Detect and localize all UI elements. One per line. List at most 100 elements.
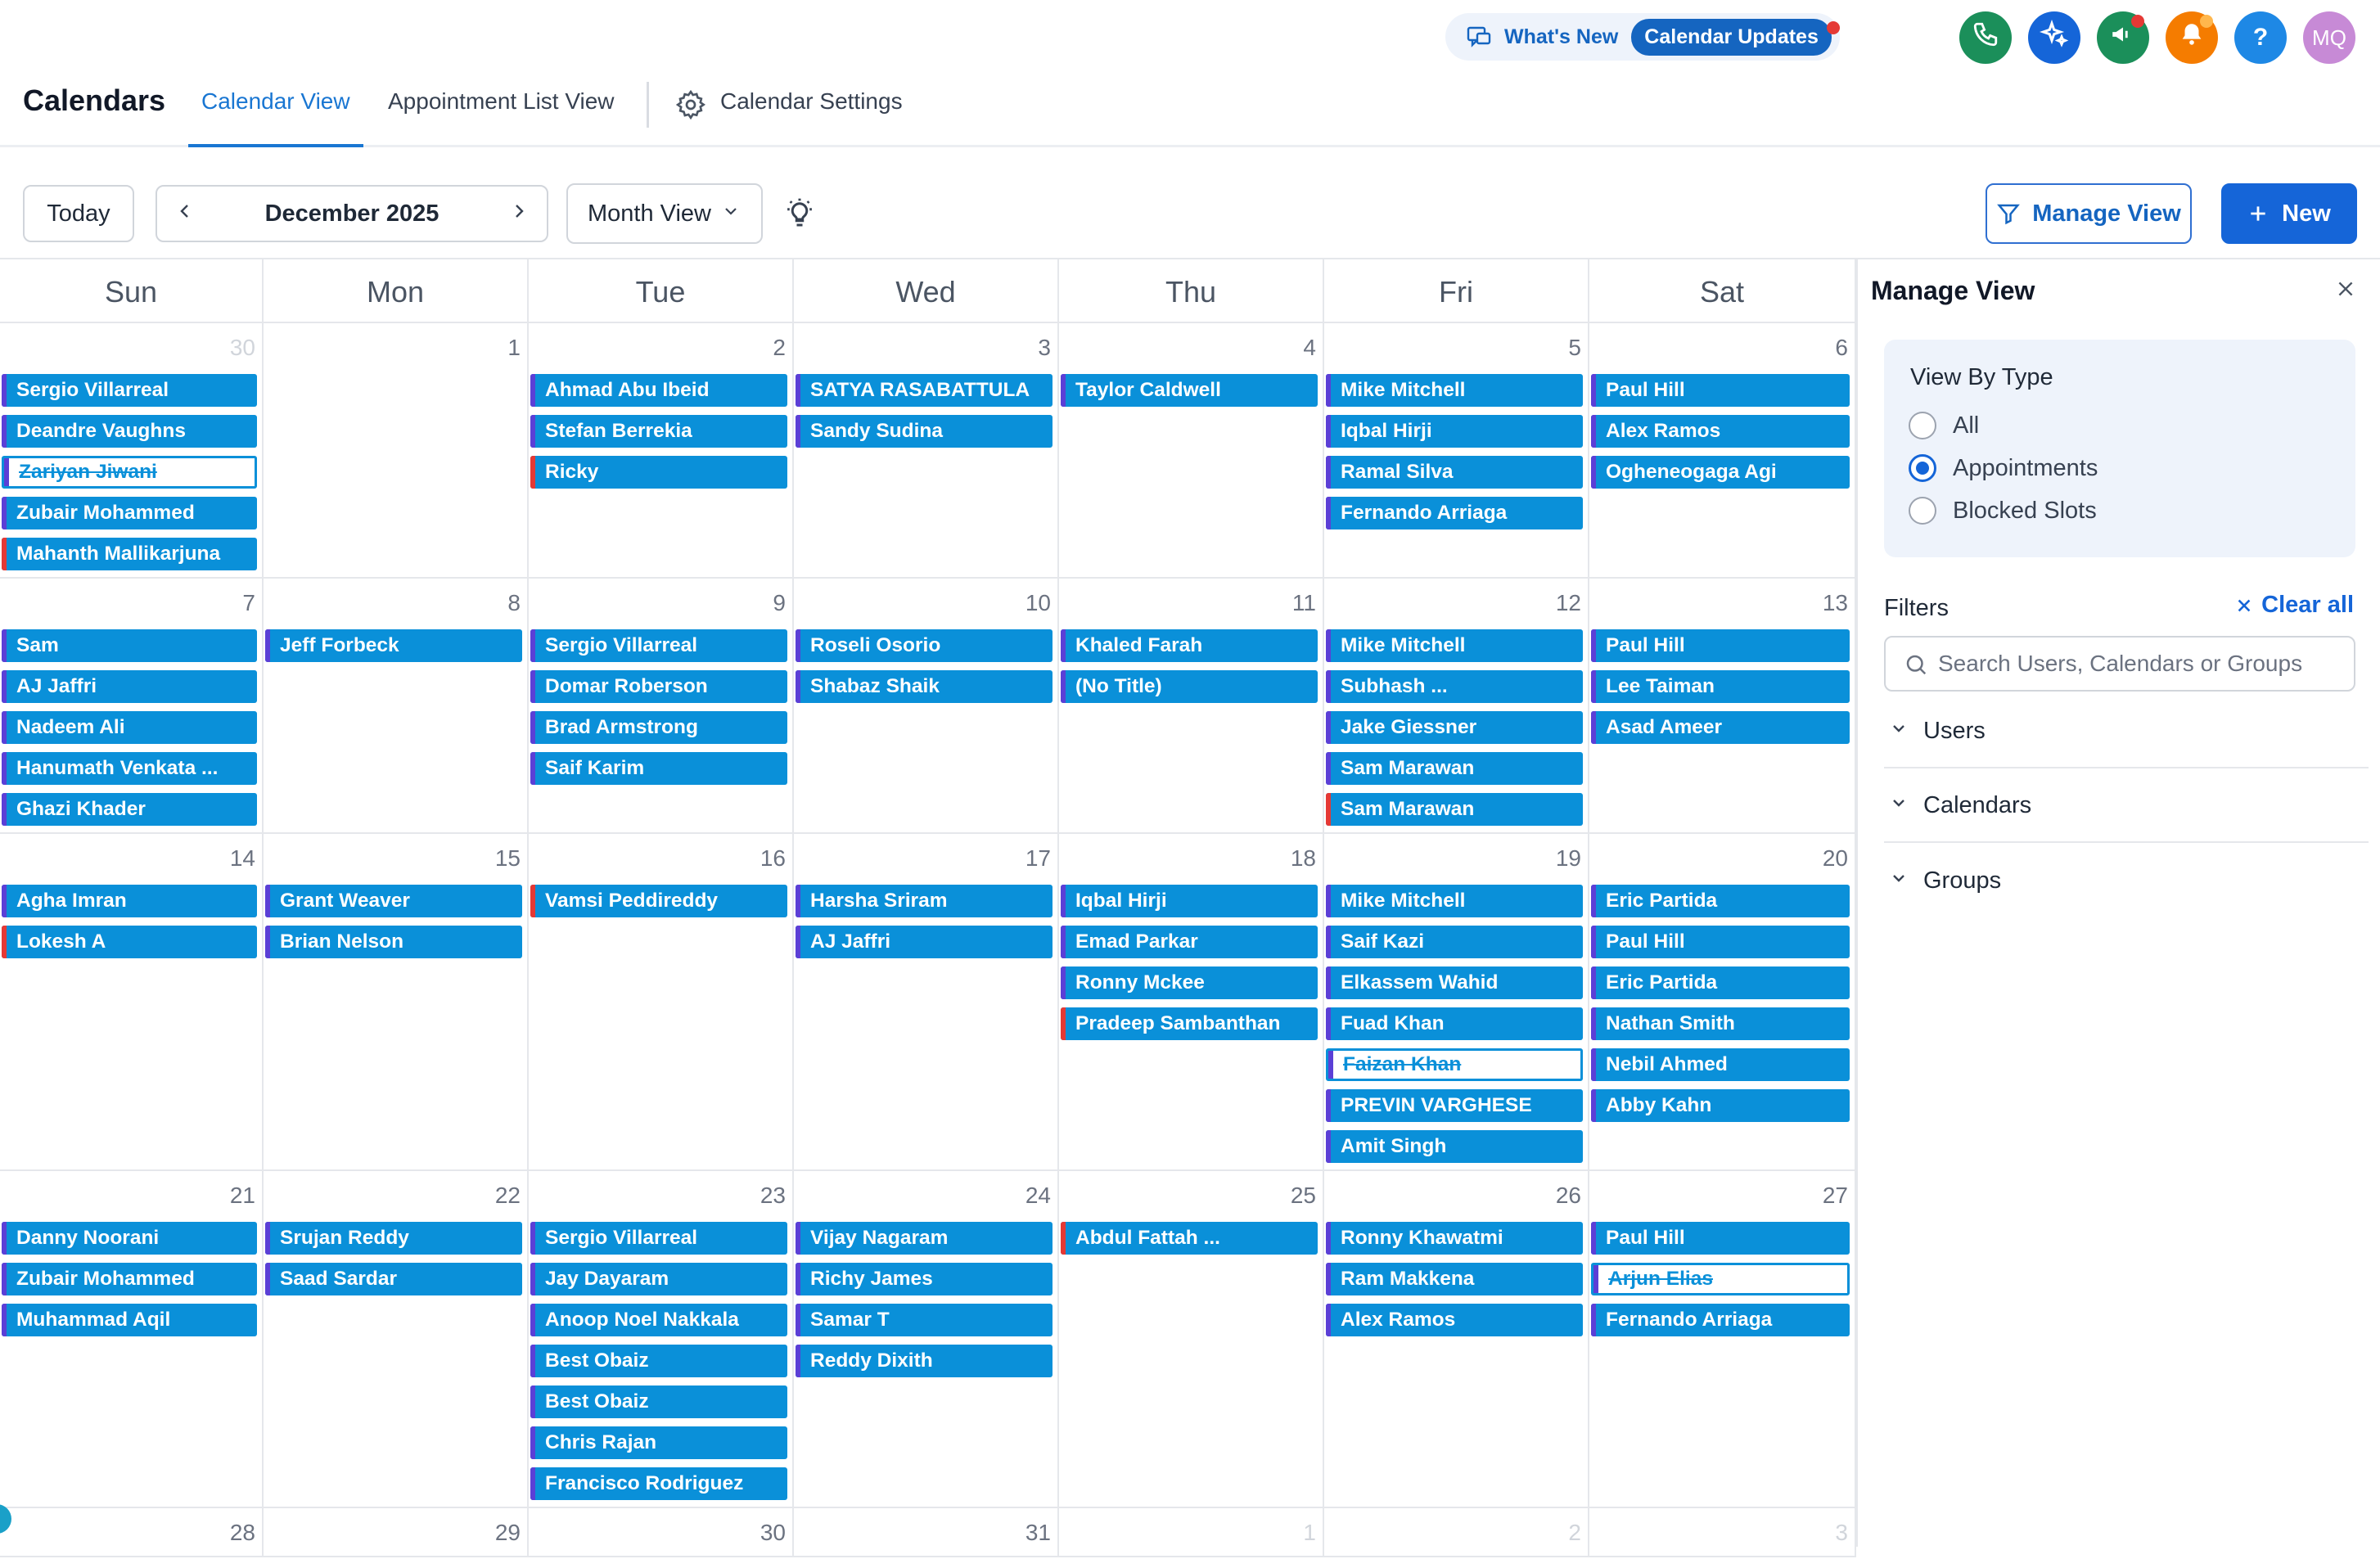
- appointment-chip[interactable]: Eric Partida: [1591, 966, 1850, 999]
- day-number[interactable]: 3: [1835, 1520, 1848, 1546]
- appointment-chip[interactable]: Srujan Reddy: [265, 1222, 522, 1255]
- calendar-day-cell[interactable]: 18 Iqbal Hirji Emad Parkar Ronny Mckee Prade…: [1059, 834, 1324, 1169]
- phone-button[interactable]: [1959, 11, 2012, 64]
- appointment-chip[interactable]: Mahanth Mallikarjuna: [2, 538, 257, 570]
- calendar-day-cell[interactable]: 30: [529, 1508, 794, 1556]
- appointment-chip[interactable]: Fuad Khan: [1326, 1007, 1583, 1040]
- appointment-chip[interactable]: Muhammad Aqil: [2, 1304, 257, 1336]
- calendar-day-cell[interactable]: 1: [264, 323, 529, 577]
- calendar-day-cell[interactable]: 28: [0, 1508, 264, 1556]
- appointment-chip[interactable]: Jay Dayaram: [530, 1263, 787, 1295]
- appointment-chip[interactable]: Alex Ramos: [1591, 415, 1850, 448]
- appointment-chip[interactable]: Best Obaiz: [530, 1345, 787, 1377]
- day-number[interactable]: 29: [495, 1520, 521, 1546]
- appointment-chip[interactable]: Asad Ameer: [1591, 711, 1850, 744]
- appointment-chip[interactable]: Sergio Villarreal: [2, 374, 257, 407]
- appointment-chip[interactable]: PREVIN VARGHESE: [1326, 1089, 1583, 1122]
- appointment-chip[interactable]: Ramal Silva: [1326, 456, 1583, 489]
- day-number[interactable]: 2: [773, 335, 786, 361]
- appointment-chip[interactable]: Chris Rajan: [530, 1426, 787, 1459]
- appointment-chip[interactable]: SATYA RASABATTULA: [796, 374, 1053, 407]
- appointment-chip[interactable]: Best Obaiz: [530, 1386, 787, 1418]
- appointment-chip[interactable]: Ricky: [530, 456, 787, 489]
- appointment-chip[interactable]: Brian Nelson: [265, 926, 522, 958]
- day-number[interactable]: 5: [1568, 335, 1581, 361]
- calendar-day-cell[interactable]: 26 Ronny Khawatmi Ram Makkena Alex Ramos: [1324, 1171, 1589, 1507]
- appointment-chip[interactable]: Mike Mitchell: [1326, 629, 1583, 662]
- appointment-chip[interactable]: Sam Marawan: [1326, 793, 1583, 826]
- appointment-chip[interactable]: Jeff Forbeck: [265, 629, 522, 662]
- appointment-chip[interactable]: Abdul Fattah ...: [1061, 1222, 1318, 1255]
- appointment-chip[interactable]: Paul Hill: [1591, 926, 1850, 958]
- radio-option-appointments[interactable]: Appointments: [1909, 454, 2098, 482]
- day-number[interactable]: 2: [1568, 1520, 1581, 1546]
- calendar-day-cell[interactable]: 19 Mike Mitchell Saif Kazi Elkassem Wahid Fu…: [1324, 834, 1589, 1169]
- calendar-day-cell[interactable]: 16 Vamsi Peddireddy: [529, 834, 794, 1169]
- lightbulb-icon[interactable]: [782, 196, 817, 235]
- day-number[interactable]: 28: [230, 1520, 255, 1546]
- calendar-day-cell[interactable]: 23 Sergio Villarreal Jay Dayaram Anoop Noel…: [529, 1171, 794, 1507]
- appointment-chip[interactable]: Saif Karim: [530, 752, 787, 785]
- appointment-chip[interactable]: AJ Jaffri: [796, 926, 1053, 958]
- calendar-day-cell[interactable]: 22 Srujan Reddy Saad Sardar: [264, 1171, 529, 1507]
- calendar-day-cell[interactable]: 9 Sergio Villarreal Domar Roberson Brad Arm…: [529, 579, 794, 832]
- appointment-chip[interactable]: Anoop Noel Nakkala: [530, 1304, 787, 1336]
- notifications-button[interactable]: [2166, 11, 2218, 64]
- cancelled-appointment-chip[interactable]: Faizan Khan: [1326, 1048, 1583, 1081]
- appointment-chip[interactable]: Fernando Arriaga: [1326, 497, 1583, 529]
- ai-assistant-button[interactable]: [2028, 11, 2080, 64]
- calendar-day-cell[interactable]: 7 Sam AJ Jaffri Nadeem Ali Hanumath Venkata …: [0, 579, 264, 832]
- appointment-chip[interactable]: Nathan Smith: [1591, 1007, 1850, 1040]
- appointment-chip[interactable]: Paul Hill: [1591, 374, 1850, 407]
- calendar-day-cell[interactable]: 10 Roseli Osorio Shabaz Shaik: [794, 579, 1059, 832]
- day-number[interactable]: 6: [1835, 335, 1848, 361]
- day-number[interactable]: 7: [242, 590, 255, 616]
- appointment-chip[interactable]: Sergio Villarreal: [530, 1222, 787, 1255]
- calendar-day-cell[interactable]: 6 Paul Hill Alex Ramos Ogheneogaga Agi: [1589, 323, 1856, 577]
- appointment-chip[interactable]: Ronny Mckee: [1061, 966, 1318, 999]
- appointment-chip[interactable]: Nebil Ahmed: [1591, 1048, 1850, 1081]
- appointment-chip[interactable]: Mike Mitchell: [1326, 885, 1583, 917]
- calendar-day-cell[interactable]: 27 Paul Hill Arjun Elias Fernando Arriaga: [1589, 1171, 1856, 1507]
- gear-icon[interactable]: [674, 88, 707, 125]
- day-number[interactable]: 18: [1291, 845, 1316, 872]
- day-number[interactable]: 4: [1303, 335, 1316, 361]
- appointment-chip[interactable]: Richy James: [796, 1263, 1053, 1295]
- user-avatar[interactable]: MQ: [2303, 11, 2355, 64]
- calendar-day-cell[interactable]: 21 Danny Noorani Zubair Mohammed Muhammad A…: [0, 1171, 264, 1507]
- whats-new-widget[interactable]: What's New Calendar Updates: [1445, 13, 1840, 61]
- appointment-chip[interactable]: Iqbal Hirji: [1326, 415, 1583, 448]
- appointment-chip[interactable]: Stefan Berrekia: [530, 415, 787, 448]
- day-number[interactable]: 1: [1303, 1520, 1316, 1546]
- calendar-day-cell[interactable]: 5 Mike Mitchell Iqbal Hirji Ramal Silva Fern…: [1324, 323, 1589, 577]
- day-number[interactable]: 20: [1823, 845, 1848, 872]
- cancelled-appointment-chip[interactable]: Zariyan Jiwani: [2, 456, 257, 489]
- calendar-day-cell[interactable]: 8 Jeff Forbeck: [264, 579, 529, 832]
- chevron-left-icon[interactable]: [175, 201, 195, 228]
- calendar-day-cell[interactable]: 2 Ahmad Abu Ibeid Stefan Berrekia Ricky: [529, 323, 794, 577]
- day-number[interactable]: 14: [230, 845, 255, 872]
- appointment-chip[interactable]: Reddy Dixith: [796, 1345, 1053, 1377]
- appointment-chip[interactable]: Hanumath Venkata ...: [2, 752, 257, 785]
- tab-calendar-view[interactable]: Calendar View: [188, 88, 363, 147]
- day-number[interactable]: 27: [1823, 1183, 1848, 1209]
- calendar-day-cell[interactable]: 2: [1324, 1508, 1589, 1556]
- calendar-day-cell[interactable]: 29: [264, 1508, 529, 1556]
- day-number[interactable]: 23: [760, 1183, 786, 1209]
- day-number[interactable]: 24: [1025, 1183, 1051, 1209]
- day-number[interactable]: 3: [1038, 335, 1051, 361]
- calendar-day-cell[interactable]: 12 Mike Mitchell Subhash ... Jake Giessner S…: [1324, 579, 1589, 832]
- accordion-calendars[interactable]: Calendars: [1884, 769, 2369, 843]
- appointment-chip[interactable]: Deandre Vaughns: [2, 415, 257, 448]
- today-button[interactable]: Today: [23, 185, 134, 242]
- appointment-chip[interactable]: Zubair Mohammed: [2, 497, 257, 529]
- radio-button[interactable]: [1909, 412, 1936, 439]
- appointment-chip[interactable]: Eric Partida: [1591, 885, 1850, 917]
- calendar-day-cell[interactable]: 1: [1059, 1508, 1324, 1556]
- appointment-chip[interactable]: Danny Noorani: [2, 1222, 257, 1255]
- radio-button[interactable]: [1909, 497, 1936, 525]
- appointment-chip[interactable]: Paul Hill: [1591, 1222, 1850, 1255]
- day-number[interactable]: 30: [760, 1520, 786, 1546]
- appointment-chip[interactable]: Amit Singh: [1326, 1130, 1583, 1163]
- appointment-chip[interactable]: Shabaz Shaik: [796, 670, 1053, 703]
